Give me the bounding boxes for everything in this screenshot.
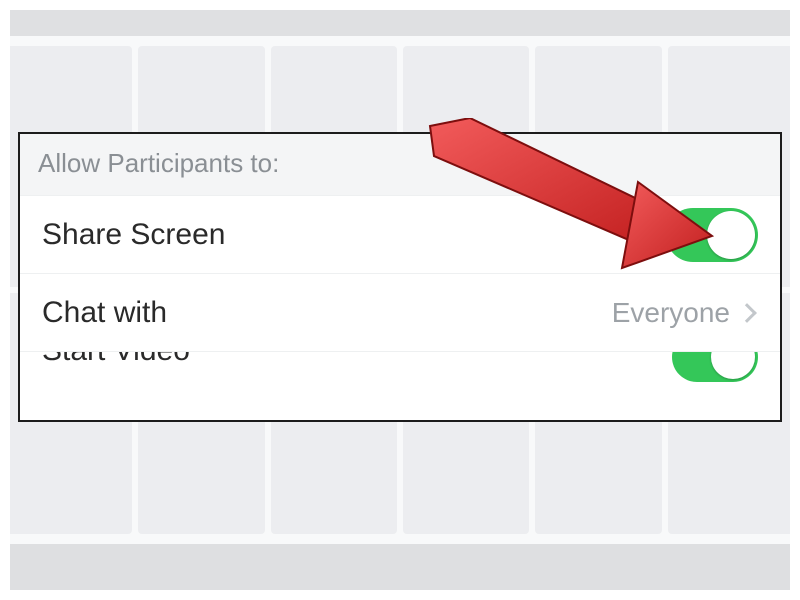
share-screen-label: Share Screen — [42, 218, 225, 252]
participant-permissions-panel: Allow Participants to: Share Screen Chat… — [18, 132, 782, 422]
chat-with-value: Everyone — [612, 297, 730, 329]
toggle-knob — [707, 211, 755, 259]
chevron-right-icon — [737, 303, 757, 323]
chat-with-label: Chat with — [42, 296, 167, 330]
start-video-toggle[interactable] — [672, 351, 758, 382]
chat-with-value-wrap: Everyone — [612, 297, 758, 329]
row-chat-with[interactable]: Chat with Everyone — [20, 273, 780, 351]
row-share-screen: Share Screen — [20, 195, 780, 273]
row-start-video: Start Video — [20, 351, 780, 391]
toggle-knob — [711, 351, 755, 379]
panel-header: Allow Participants to: — [20, 134, 780, 195]
start-video-label: Start Video — [42, 351, 190, 368]
share-screen-toggle[interactable] — [666, 208, 758, 262]
